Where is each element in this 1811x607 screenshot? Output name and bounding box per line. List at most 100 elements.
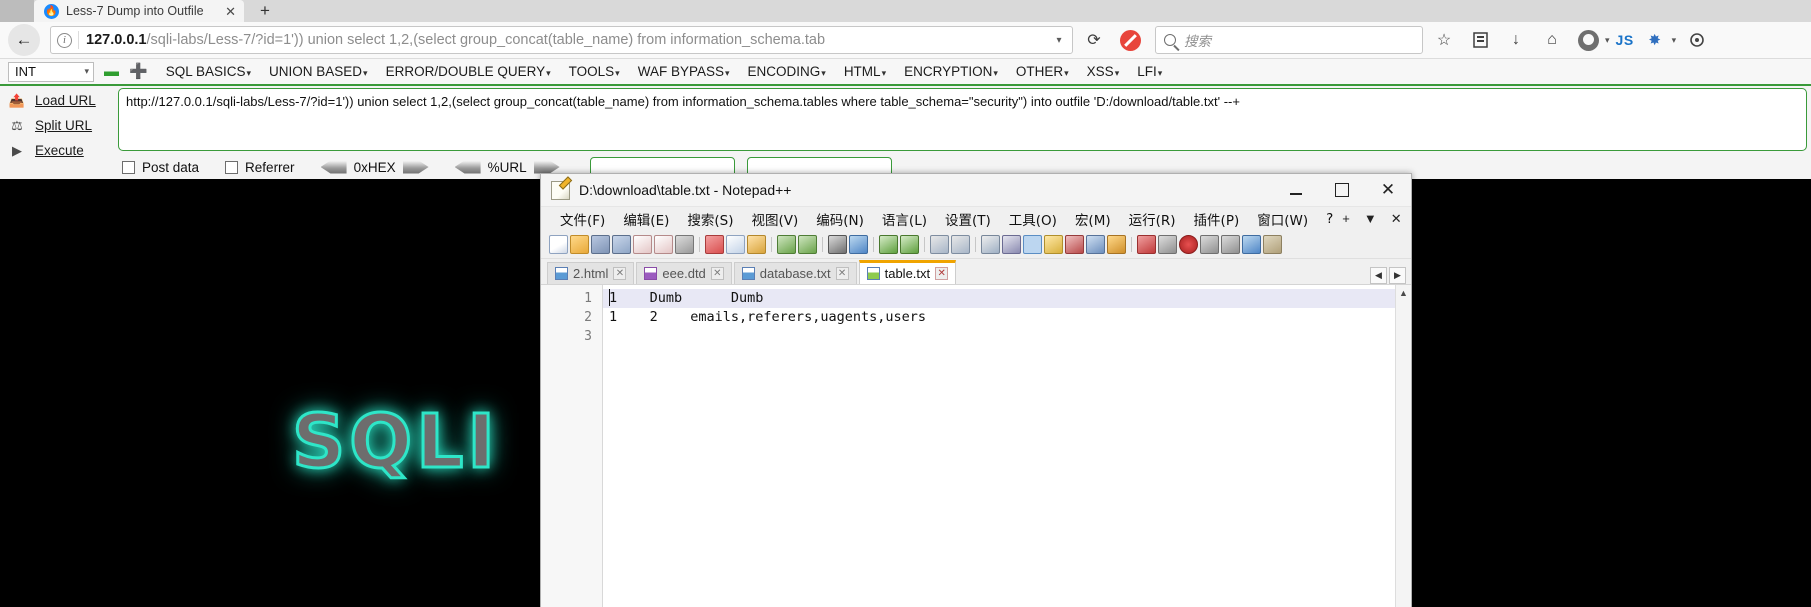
hackbar-menu-union-based[interactable]: UNION BASED▾ <box>269 64 368 79</box>
extensions-icon[interactable]: ✸ <box>1640 25 1670 55</box>
hackbar-menu-encoding[interactable]: ENCODING▾ <box>748 64 826 79</box>
app-menu-icon[interactable] <box>1682 25 1712 55</box>
account-chevron-icon[interactable]: ▾ <box>1605 35 1610 46</box>
back-button[interactable]: ← <box>8 24 40 56</box>
cut-icon[interactable] <box>705 234 724 254</box>
address-bar[interactable]: i 127.0.0.1/sqli-labs/Less-7/?id=1')) un… <box>50 26 1073 54</box>
menu-settings[interactable]: 设置(T) <box>936 209 1000 229</box>
menu-window[interactable]: 窗口(W) <box>1248 209 1317 229</box>
doc-map-icon[interactable] <box>1065 234 1084 254</box>
hackbar-menu-tools[interactable]: TOOLS▾ <box>569 64 620 79</box>
run-macro-multiple-icon[interactable] <box>1242 234 1261 254</box>
open-file-icon[interactable] <box>570 234 589 254</box>
doc-add-button[interactable]: + <box>1342 211 1350 226</box>
redo-icon[interactable] <box>798 234 817 254</box>
indent-guide-icon[interactable] <box>1023 234 1042 254</box>
hackbar-menu-sql-basics[interactable]: SQL BASICS▾ <box>166 64 251 79</box>
sync-horizontal-icon[interactable] <box>951 234 970 254</box>
show-all-chars-icon[interactable] <box>1002 234 1021 254</box>
blocked-content-icon[interactable] <box>1115 25 1145 55</box>
home-icon[interactable]: ⌂ <box>1537 25 1567 55</box>
hackbar-menu-error-double-query[interactable]: ERROR/DOUBLE QUERY▾ <box>386 64 551 79</box>
split-url-button[interactable]: ⚖ Split URL <box>0 113 115 138</box>
browser-tab-active[interactable]: Less-7 Dump into Outfile ✕ <box>34 0 244 22</box>
editor-text-area[interactable]: 1 Dumb Dumb 1 2 emails,referers,uagents,… <box>603 285 1395 607</box>
replace-icon[interactable] <box>849 234 868 254</box>
menu-tools[interactable]: 工具(O) <box>1000 209 1066 229</box>
sync-vertical-icon[interactable] <box>930 234 949 254</box>
close-icon[interactable]: ✕ <box>225 5 236 18</box>
folder-workspace-icon[interactable] <box>1107 234 1126 254</box>
close-icon[interactable]: ✕ <box>613 267 627 280</box>
library-icon[interactable] <box>1465 25 1495 55</box>
close-file-icon[interactable] <box>633 234 652 254</box>
hackbar-type-select[interactable]: INT ▾ <box>8 61 94 82</box>
new-tab-button[interactable]: + <box>252 0 278 22</box>
menu-search[interactable]: 搜索(S) <box>678 209 742 229</box>
close-button[interactable]: ✕ <box>1365 174 1411 207</box>
undo-icon[interactable] <box>777 234 796 254</box>
menu-language[interactable]: 语言(L) <box>873 209 936 229</box>
hackbar-menu-xss[interactable]: XSS▾ <box>1087 64 1120 79</box>
info-icon[interactable]: i <box>57 32 72 48</box>
maximize-button[interactable] <box>1319 174 1365 207</box>
doc-tab-eee-dtd[interactable]: eee.dtd ✕ <box>636 262 732 284</box>
doc-close-button[interactable]: ✕ <box>1391 211 1402 227</box>
save-all-icon[interactable] <box>612 234 631 254</box>
menu-macro[interactable]: 宏(M) <box>1066 209 1120 229</box>
menu-run[interactable]: 运行(R) <box>1120 209 1185 229</box>
tab-scroll-left-icon[interactable]: ◀ <box>1370 267 1387 284</box>
reload-button[interactable]: ⟳ <box>1079 25 1109 55</box>
copy-icon[interactable] <box>726 234 745 254</box>
notepad-titlebar[interactable]: D:\download\table.txt - Notepad++ ✕ <box>541 174 1411 207</box>
word-wrap-icon[interactable] <box>981 234 1000 254</box>
hackbar-menu-waf-bypass[interactable]: WAF BYPASS▾ <box>638 64 730 79</box>
chevron-down-icon[interactable]: ▾ <box>1048 35 1070 46</box>
hackbar-plus-button[interactable]: ➕ <box>129 64 148 79</box>
menu-edit[interactable]: 编辑(E) <box>614 209 678 229</box>
new-file-icon[interactable] <box>549 234 568 254</box>
close-icon[interactable]: ✕ <box>935 267 949 280</box>
doc-tab-database-txt[interactable]: database.txt ✕ <box>733 262 857 284</box>
play-macro-icon[interactable] <box>1221 234 1240 254</box>
doc-tab-table-txt[interactable]: table.txt ✕ <box>858 260 957 284</box>
javascript-toggle-badge[interactable]: JS <box>1616 32 1634 48</box>
save-macro-icon[interactable] <box>1263 234 1282 254</box>
editor-scrollbar[interactable]: ▲ <box>1395 285 1411 607</box>
scroll-up-icon[interactable]: ▲ <box>1396 285 1411 300</box>
save-icon[interactable] <box>591 234 610 254</box>
hackbar-menu-lfi[interactable]: LFI▾ <box>1137 64 1162 79</box>
download-icon[interactable]: ↓ <box>1501 25 1531 55</box>
tab-scroll-right-icon[interactable]: ▶ <box>1389 267 1406 284</box>
monitor-icon[interactable] <box>1137 234 1156 254</box>
load-url-button[interactable]: 📤 Load URL <box>0 88 115 113</box>
user-defined-lang-icon[interactable] <box>1044 234 1063 254</box>
minimize-button[interactable] <box>1273 174 1319 207</box>
close-icon[interactable]: ✕ <box>710 267 724 280</box>
hackbar-menu-other[interactable]: OTHER▾ <box>1016 64 1069 79</box>
menu-plugins[interactable]: 插件(P) <box>1185 209 1249 229</box>
doc-list-button[interactable]: ▼ <box>1364 211 1377 226</box>
doc-tab-2html[interactable]: 2.html ✕ <box>547 262 635 284</box>
hackbar-menu-encryption[interactable]: ENCRYPTION▾ <box>904 64 998 79</box>
zoom-in-icon[interactable] <box>879 234 898 254</box>
menu-view[interactable]: 视图(V) <box>743 209 808 229</box>
hackbar-menu-html[interactable]: HTML▾ <box>844 64 886 79</box>
menu-file[interactable]: 文件(F) <box>551 209 614 229</box>
close-all-icon[interactable] <box>654 234 673 254</box>
notepad-editor[interactable]: 1 2 3 1 Dumb Dumb 1 2 emails,referers,ua… <box>541 284 1411 607</box>
preview-icon[interactable] <box>1158 234 1177 254</box>
menu-help[interactable]: ? <box>1317 211 1342 227</box>
paste-icon[interactable] <box>747 234 766 254</box>
find-icon[interactable] <box>828 234 847 254</box>
search-bar[interactable]: 搜索 <box>1155 26 1423 54</box>
hackbar-minus-button[interactable]: ▬ <box>104 64 119 79</box>
stop-macro-icon[interactable] <box>1200 234 1219 254</box>
record-macro-icon[interactable] <box>1179 234 1198 254</box>
hex-encode-button[interactable]: 0xHEX <box>320 160 429 175</box>
referrer-checkbox[interactable]: Referrer <box>225 160 295 175</box>
bookmark-star-icon[interactable]: ☆ <box>1429 25 1459 55</box>
print-icon[interactable] <box>675 234 694 254</box>
close-icon[interactable]: ✕ <box>835 267 849 280</box>
function-list-icon[interactable] <box>1086 234 1105 254</box>
